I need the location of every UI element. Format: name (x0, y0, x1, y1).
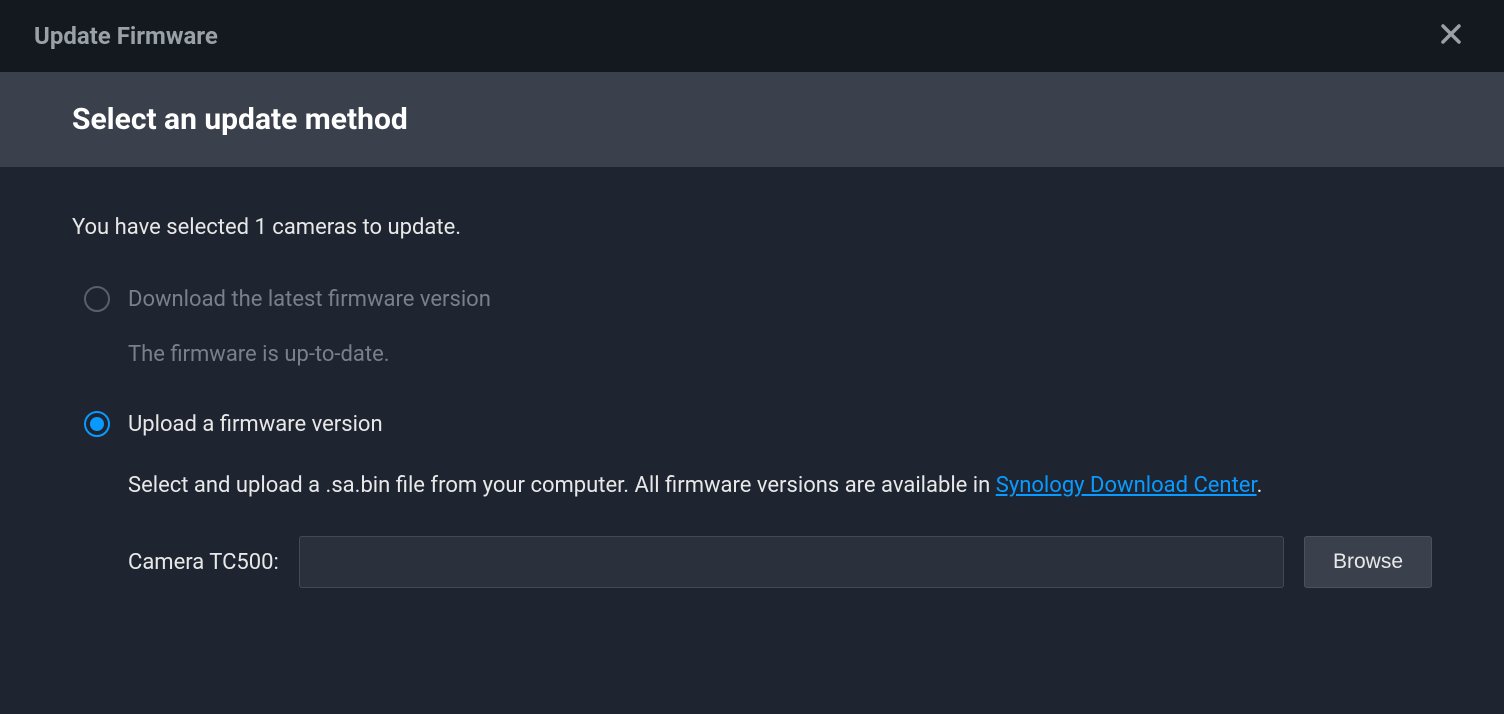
intro-text: You have selected 1 cameras to update. (72, 215, 1432, 240)
upload-section: Select and upload a .sa.bin file from yo… (128, 467, 1432, 588)
close-button[interactable] (1432, 18, 1470, 54)
browse-button[interactable]: Browse (1304, 536, 1432, 588)
download-center-link[interactable]: Synology Download Center (996, 473, 1257, 498)
option-download-row: Download the latest firmware version (84, 286, 1432, 312)
option-upload-row[interactable]: Upload a firmware version (84, 411, 1432, 437)
download-status-section: The firmware is up-to-date. (128, 342, 1432, 367)
file-path-input[interactable] (299, 536, 1284, 588)
dialog-title: Update Firmware (34, 22, 218, 50)
download-status-text: The firmware is up-to-date. (128, 342, 1432, 367)
upload-description: Select and upload a .sa.bin file from yo… (128, 467, 1432, 504)
radio-download (84, 286, 110, 312)
upload-desc-prefix: Select and upload a .sa.bin file from yo… (128, 473, 996, 498)
option-group: Download the latest firmware version The… (84, 286, 1432, 588)
upload-desc-suffix: . (1257, 473, 1263, 498)
file-row: Camera TC500: Browse (128, 536, 1432, 588)
close-icon (1440, 23, 1462, 45)
header-section: Select an update method (0, 72, 1504, 167)
content-area: You have selected 1 cameras to update. D… (0, 167, 1504, 680)
titlebar: Update Firmware (0, 0, 1504, 72)
page-heading: Select an update method (72, 102, 1432, 137)
radio-upload-inner (90, 417, 104, 431)
camera-label: Camera TC500: (128, 550, 279, 575)
radio-upload[interactable] (84, 411, 110, 437)
radio-upload-label: Upload a firmware version (128, 412, 383, 437)
radio-download-label: Download the latest firmware version (128, 287, 491, 312)
